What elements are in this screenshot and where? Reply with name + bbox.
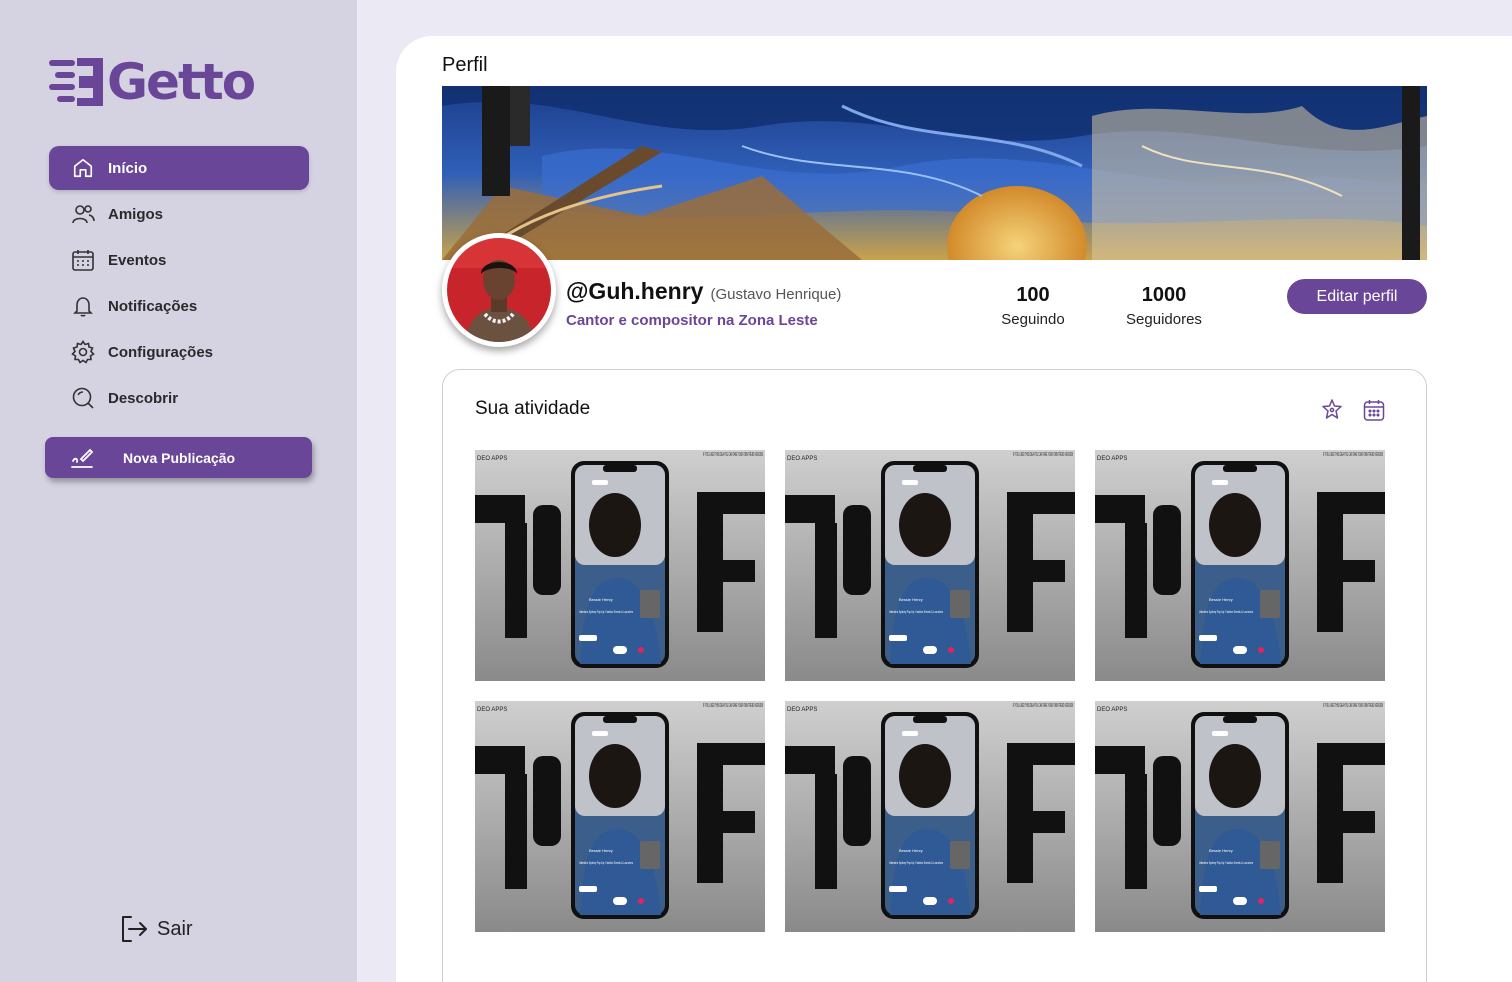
search-icon <box>71 386 95 410</box>
svg-text:Valentino Sydney Pop Up: Fashi: Valentino Sydney Pop Up: Fashion Events … <box>1199 861 1253 865</box>
profile-bio: Cantor e compositor na Zona Leste <box>566 312 818 329</box>
sidebar: Getto Início Amigos Eventos Notificações… <box>0 0 357 982</box>
post-thumbnail[interactable]: DEO APPS IF YOU LIKED THIS IDEA YOU CAN … <box>785 450 1075 681</box>
pencil-icon <box>69 445 95 471</box>
bell-icon <box>71 294 95 318</box>
sidebar-item-label: Descobrir <box>108 389 179 407</box>
svg-text:IF YOU LIKED THIS IDEA YOU CAN: IF YOU LIKED THIS IDEA YOU CAN TAKE YOUR… <box>1323 452 1383 458</box>
post-thumbnail[interactable]: DEO APPS IF YOU LIKED THIS IDEA YOU CAN … <box>475 450 765 681</box>
svg-text:Valentino Sydney Pop Up: Fashi: Valentino Sydney Pop Up: Fashion Events … <box>1199 610 1253 614</box>
post-thumbnail[interactable]: DEO APPS IF YOU LIKED THIS IDEA YOU CAN … <box>1095 450 1385 681</box>
svg-text:IF YOU LIKED THIS IDEA YOU CAN: IF YOU LIKED THIS IDEA YOU CAN TAKE YOUR… <box>703 452 763 458</box>
svg-text:Valentino Sydney Pop Up: Fashi: Valentino Sydney Pop Up: Fashion Events … <box>889 610 943 614</box>
svg-text:Bessie Henry: Bessie Henry <box>1209 848 1233 853</box>
activity-title: Sua atividade <box>475 398 591 419</box>
home-icon <box>71 156 95 180</box>
sidebar-item-label: Amigos <box>108 205 164 223</box>
following-count: 100 <box>1016 284 1050 306</box>
followers-label: Seguidores <box>1126 311 1202 328</box>
logout-label: Sair <box>157 917 193 940</box>
logout-icon <box>119 914 149 944</box>
star-badge-icon[interactable] <box>1320 398 1344 422</box>
post-thumbnail[interactable]: DEO APPS IF YOU LIKED THIS IDEA YOU CAN … <box>475 701 765 932</box>
gear-icon <box>71 340 95 364</box>
post-thumbnail[interactable]: DEO APPS IF YOU LIKED THIS IDEA YOU CAN … <box>1095 701 1385 932</box>
svg-text:DEO APPS: DEO APPS <box>787 456 817 462</box>
sidebar-item-configuracoes[interactable]: Configurações <box>49 330 309 374</box>
following-stat[interactable]: 100 Seguindo <box>993 284 1073 328</box>
svg-text:Bessie Henry: Bessie Henry <box>589 597 613 602</box>
svg-text:DEO APPS: DEO APPS <box>477 707 507 713</box>
svg-text:Bessie Henry: Bessie Henry <box>1209 597 1233 602</box>
profile-identity: @Guh.henry (Gustavo Henrique) <box>566 278 841 305</box>
activity-section: Sua atividade DEO APPS IF YOU LIKED THIS… <box>442 369 1427 982</box>
edit-profile-button[interactable]: Editar perfil <box>1287 279 1427 314</box>
followers-stat[interactable]: 1000 Seguidores <box>1118 284 1210 328</box>
svg-text:DEO APPS: DEO APPS <box>787 707 817 713</box>
followers-count: 1000 <box>1141 284 1187 306</box>
svg-text:Valentino Sydney Pop Up: Fashi: Valentino Sydney Pop Up: Fashion Events … <box>579 861 633 865</box>
sidebar-item-label: Configurações <box>108 343 214 361</box>
post-grid: DEO APPS IF YOU LIKED THIS IDEA YOU CAN … <box>475 450 1385 932</box>
svg-text:DEO APPS: DEO APPS <box>1097 707 1127 713</box>
svg-text:Bessie Henry: Bessie Henry <box>899 848 923 853</box>
svg-text:Bessie Henry: Bessie Henry <box>589 848 613 853</box>
following-label: Seguindo <box>1001 311 1065 328</box>
sidebar-item-amigos[interactable]: Amigos <box>49 192 309 236</box>
sidebar-item-notificacoes[interactable]: Notificações <box>49 284 309 328</box>
sidebar-item-label: Notificações <box>108 297 198 315</box>
app-logo[interactable]: Getto <box>49 53 256 111</box>
calendar-icon[interactable] <box>1362 398 1386 422</box>
post-thumbnail[interactable]: DEO APPS IF YOU LIKED THIS IDEA YOU CAN … <box>785 701 1075 932</box>
svg-text:Bessie Henry: Bessie Henry <box>899 597 923 602</box>
page-title: Perfil <box>442 54 488 76</box>
svg-text:DEO APPS: DEO APPS <box>1097 456 1127 462</box>
sidebar-item-label: Início <box>108 159 148 177</box>
activity-actions <box>1320 398 1386 422</box>
main-panel: Perfil @Guh.henry (Gustavo Henrique) Can… <box>396 36 1512 982</box>
svg-text:IF YOU LIKED THIS IDEA YOU CAN: IF YOU LIKED THIS IDEA YOU CAN TAKE YOUR… <box>703 703 763 709</box>
app-name: Getto <box>107 53 256 111</box>
calendar-icon <box>71 248 95 272</box>
svg-text:DEO APPS: DEO APPS <box>477 456 507 462</box>
svg-text:IF YOU LIKED THIS IDEA YOU CAN: IF YOU LIKED THIS IDEA YOU CAN TAKE YOUR… <box>1013 452 1073 458</box>
sidebar-item-label: Eventos <box>108 251 167 269</box>
profile-full-name: (Gustavo Henrique) <box>710 286 842 303</box>
logout-button[interactable]: Sair <box>119 914 193 944</box>
avatar-image <box>447 238 551 342</box>
new-post-label: Nova Publicação <box>123 449 236 466</box>
profile-handle: @Guh.henry <box>566 278 704 304</box>
sidebar-item-inicio[interactable]: Início <box>49 146 309 190</box>
new-post-button[interactable]: Nova Publicação <box>45 437 312 478</box>
svg-text:IF YOU LIKED THIS IDEA YOU CAN: IF YOU LIKED THIS IDEA YOU CAN TAKE YOUR… <box>1013 703 1073 709</box>
profile-banner-image <box>442 86 1427 260</box>
avatar[interactable] <box>442 233 556 347</box>
svg-text:Valentino Sydney Pop Up: Fashi: Valentino Sydney Pop Up: Fashion Events … <box>579 610 633 614</box>
users-icon <box>71 202 95 226</box>
svg-text:Valentino Sydney Pop Up: Fashi: Valentino Sydney Pop Up: Fashion Events … <box>889 861 943 865</box>
svg-text:IF YOU LIKED THIS IDEA YOU CAN: IF YOU LIKED THIS IDEA YOU CAN TAKE YOUR… <box>1323 703 1383 709</box>
logo-mark-icon <box>49 58 103 106</box>
sidebar-item-eventos[interactable]: Eventos <box>49 238 309 282</box>
sidebar-item-descobrir[interactable]: Descobrir <box>49 376 309 420</box>
